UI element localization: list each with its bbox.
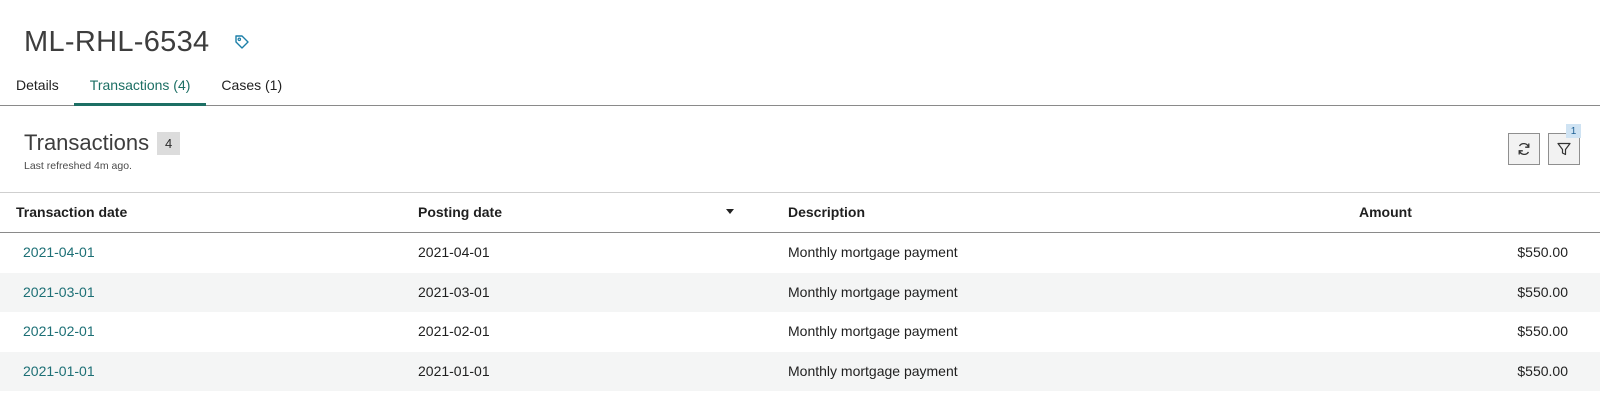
filter-count-badge: 1 [1566,124,1581,138]
column-header-posting-date[interactable]: Posting date [418,204,502,220]
amount-cell: $550.00 [1517,323,1568,339]
amount-cell: $550.00 [1517,244,1568,260]
transaction-date-link[interactable]: 2021-04-01 [23,244,95,260]
table-header: Transaction date Posting date Descriptio… [0,193,1600,233]
filter-icon [1557,142,1571,156]
table-row: 2021-01-01 2021-01-01 Monthly mortgage p… [0,351,1600,391]
description-cell: Monthly mortgage payment [788,283,958,300]
transaction-date-link[interactable]: 2021-02-01 [23,323,95,339]
tab-details[interactable]: Details [0,68,74,105]
posting-date-cell: 2021-02-01 [418,323,490,339]
description-cell: Monthly mortgage payment [788,323,958,339]
table-row: 2021-03-01 2021-03-01 Monthly mortgage p… [0,272,1600,312]
page-title: ML-RHL-6534 [24,25,210,58]
table-row: 2021-04-01 2021-04-01 Monthly mortgage p… [0,233,1600,273]
transaction-date-link[interactable]: 2021-03-01 [23,284,95,300]
tag-icon[interactable] [233,33,251,51]
description-cell: Monthly mortgage payment [788,362,958,379]
column-header-amount[interactable]: Amount [1359,204,1412,220]
posting-date-cell: 2021-03-01 [418,283,490,300]
column-header-transaction-date[interactable]: Transaction date [16,204,127,220]
posting-date-cell: 2021-01-01 [418,362,490,379]
table-row: 2021-02-01 2021-02-01 Monthly mortgage p… [0,312,1600,352]
tab-cases[interactable]: Cases (1) [206,68,298,105]
posting-date-cell: 2021-04-01 [418,244,490,260]
tab-bar: Details Transactions (4) Cases (1) [0,68,1600,106]
section-title: Transactions [24,130,150,155]
amount-cell: $550.00 [1517,362,1568,379]
refresh-icon [1518,142,1530,156]
sort-descending-icon[interactable] [726,209,734,214]
description-cell: Monthly mortgage payment [788,244,958,260]
last-refreshed-text: Last refreshed 4m ago. [24,160,132,172]
refresh-button[interactable] [1508,133,1540,165]
count-badge: 4 [157,131,181,155]
amount-cell: $550.00 [1517,283,1568,300]
section-header: Transactions 4 [24,130,181,156]
transactions-table: Transaction date Posting date Descriptio… [0,192,1600,391]
tab-transactions[interactable]: Transactions (4) [73,68,207,106]
page-header: ML-RHL-6534 [24,22,251,62]
transaction-date-link[interactable]: 2021-01-01 [23,363,95,379]
column-header-description[interactable]: Description [788,204,865,220]
